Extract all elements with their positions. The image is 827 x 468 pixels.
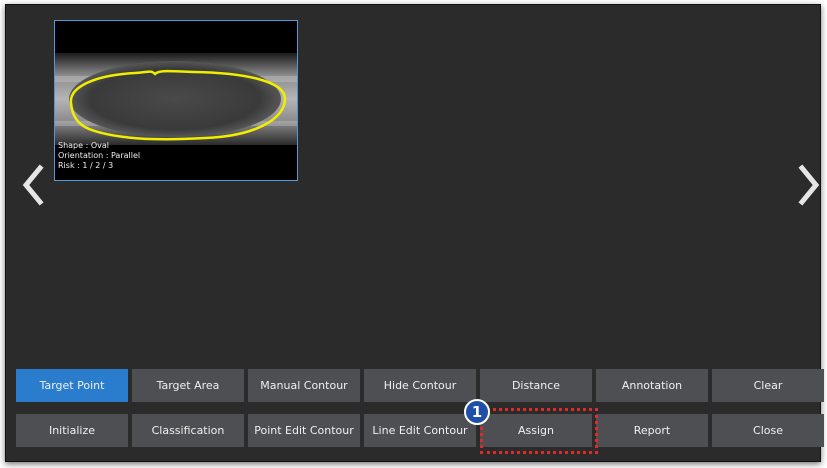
close-button[interactable]: Close (712, 414, 824, 447)
distance-button[interactable]: Distance (480, 369, 592, 402)
chevron-right-icon (798, 164, 820, 206)
line-edit-contour-button[interactable]: Line Edit Contour (364, 414, 476, 447)
thumbnail-info: Shape : Oval Orientation : Parallel Risk… (58, 141, 140, 171)
orientation-label: Orientation : Parallel (58, 151, 141, 160)
previous-button[interactable] (20, 160, 46, 210)
chevron-left-icon (22, 164, 44, 206)
target-area-button[interactable]: Target Area (132, 369, 244, 402)
hide-contour-button[interactable]: Hide Contour (364, 369, 476, 402)
classification-button[interactable]: Classification (132, 414, 244, 447)
clear-button[interactable]: Clear (712, 369, 824, 402)
ultrasound-thumbnail[interactable]: Shape : Oval Orientation : Parallel Risk… (54, 20, 298, 181)
manual-contour-button[interactable]: Manual Contour (248, 369, 360, 402)
report-button[interactable]: Report (596, 414, 708, 447)
point-edit-contour-button[interactable]: Point Edit Contour (248, 414, 360, 447)
annotation-button[interactable]: Annotation (596, 369, 708, 402)
next-button[interactable] (796, 160, 822, 210)
risk-label: Risk : 1 / 2 / 3 (58, 161, 114, 170)
shape-label: Shape : Oval (58, 141, 109, 150)
initialize-button[interactable]: Initialize (16, 414, 128, 447)
viewer-panel: Shape : Oval Orientation : Parallel Risk… (5, 4, 824, 462)
callout-badge: 1 (464, 399, 490, 425)
assign-highlight-box (480, 408, 598, 454)
target-point-button[interactable]: Target Point (16, 369, 128, 402)
